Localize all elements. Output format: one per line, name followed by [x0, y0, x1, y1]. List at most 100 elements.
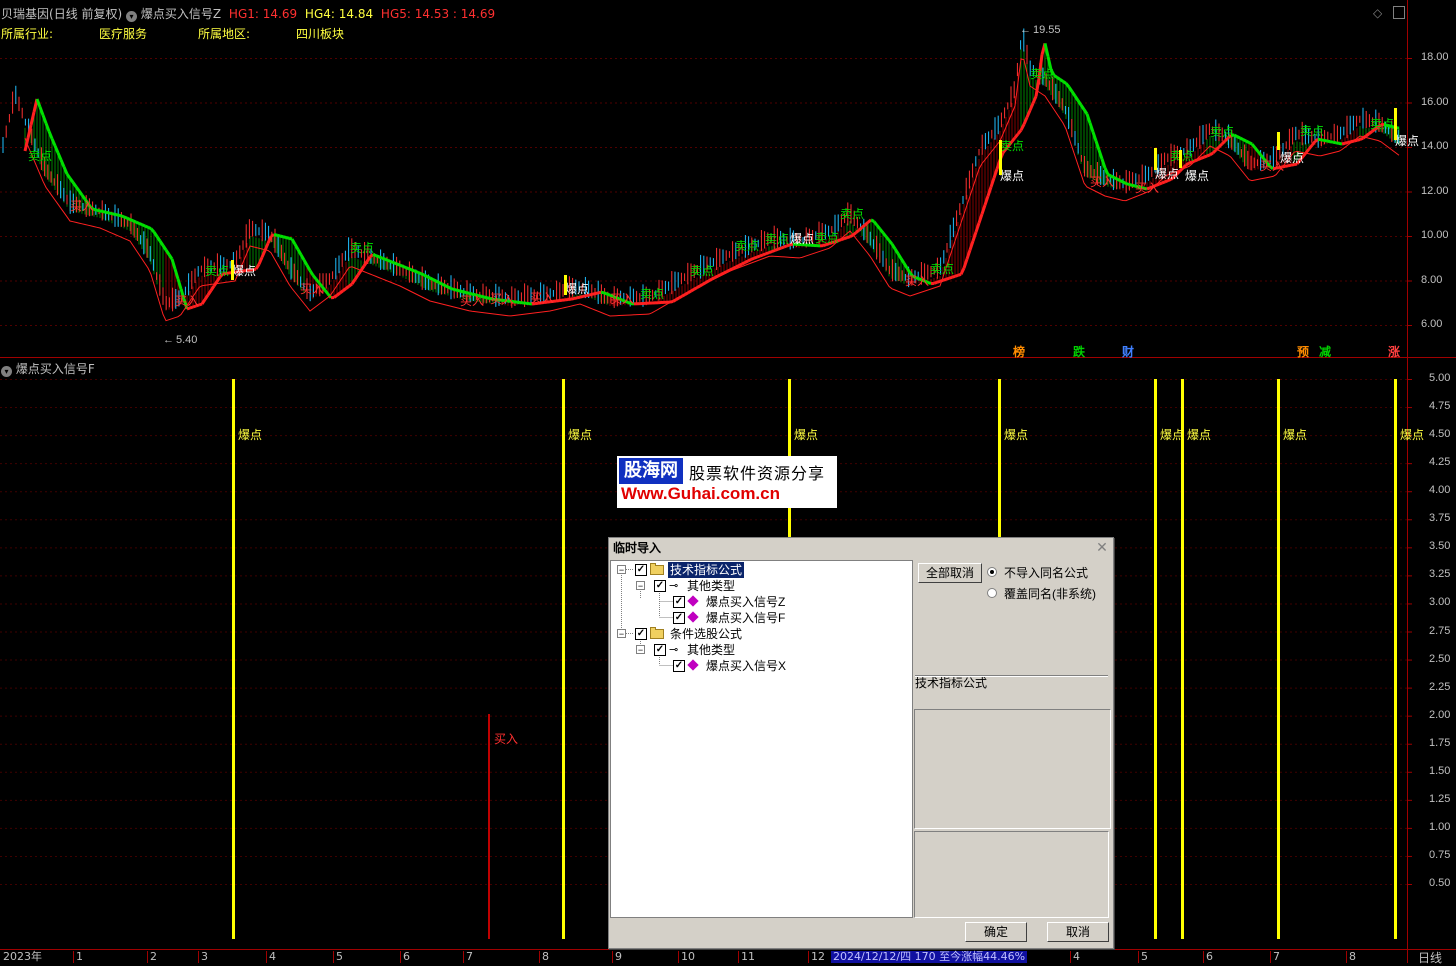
sub-signal-label: 爆点 [1187, 426, 1211, 443]
sub-y-tick: 2.25 [1429, 681, 1450, 693]
price-signal-label: 买入 [460, 294, 484, 308]
tree-item-signal-z[interactable]: 爆点买入信号Z [706, 594, 785, 610]
price-signal-label: 卖点 [735, 239, 759, 253]
sub-indicator-name: 爆点买入信号F [16, 362, 95, 376]
sub-y-tick: 4.25 [1429, 456, 1450, 468]
price-signal-label: 买入 [530, 291, 554, 305]
marker-zhang[interactable]: 涨 [1388, 343, 1400, 360]
tree-item-tech-formula[interactable]: 技术指标公式 [668, 562, 744, 578]
price-signal-label: 买入 [300, 282, 324, 296]
tree-collapse-icon[interactable]: − [636, 581, 645, 590]
radio-overwrite[interactable] [987, 588, 997, 598]
watermark-slogan: 股票软件资源分享 [689, 460, 825, 484]
tree-item-signal-f[interactable]: 爆点买入信号F [706, 610, 785, 626]
date-axis-label: 1 [73, 951, 83, 963]
tree-collapse-icon[interactable]: − [617, 629, 626, 638]
date-axis-label: 5 [333, 951, 343, 963]
tree-item-signal-x[interactable]: 爆点买入信号X [706, 658, 786, 674]
folder-icon [650, 627, 665, 639]
tree-checkbox[interactable]: ✓ [673, 612, 685, 624]
sub-signal-bar [1394, 379, 1397, 939]
price-signal-label: 卖点 [1030, 67, 1054, 81]
marker-yu[interactable]: 预 [1297, 343, 1309, 360]
sub-dropdown-icon[interactable]: ▾ [1, 366, 12, 377]
sub-signal-bar [562, 379, 565, 939]
sub-signal-label: 爆点 [1160, 426, 1184, 443]
price-signal-label: 爆点 [1185, 169, 1209, 183]
formula-tree[interactable]: − ✓ 技术指标公式 − ✓ ⊸ 其他类型 ✓ 爆点买入信号Z ✓ 爆点买入信号… [610, 560, 913, 918]
formula-preview-box[interactable] [914, 709, 1111, 829]
key-icon: ⊸ [669, 643, 678, 656]
sub-signal-bar [232, 379, 235, 939]
price-signal-label: 买入 [1090, 175, 1114, 189]
price-y-tick: 8.00 [1421, 274, 1442, 286]
tree-checkbox[interactable]: ✓ [635, 628, 647, 640]
marker-cai[interactable]: 财 [1122, 343, 1134, 360]
sub-y-tick: 2.00 [1429, 709, 1450, 721]
price-signal-label: 爆点 [1155, 167, 1179, 181]
price-y-tick: 10.00 [1421, 229, 1449, 241]
cancel-button[interactable]: 取消 [1047, 922, 1109, 942]
date-axis-label: 9 [612, 951, 622, 963]
price-signal-bar [564, 275, 567, 295]
date-axis-label: 8 [1346, 951, 1356, 963]
date-axis-label: 12 [808, 951, 825, 963]
ok-button[interactable]: 确定 [965, 922, 1027, 942]
radio-no-import-label[interactable]: 不导入同名公式 [1004, 564, 1088, 581]
marker-bang[interactable]: 榜 [1013, 343, 1025, 360]
sub-y-tick: 0.50 [1429, 877, 1450, 889]
low-price-label: 5.40 [176, 334, 197, 346]
sub-chart-title[interactable]: ▾ 爆点买入信号F [1, 360, 95, 377]
formula-description-box[interactable] [914, 831, 1109, 918]
tree-checkbox[interactable]: ✓ [673, 596, 685, 608]
price-signal-label: 爆点 [790, 232, 814, 246]
sub-y-tick: 3.50 [1429, 540, 1450, 552]
marker-die[interactable]: 跌 [1073, 343, 1085, 360]
price-signal-label: 卖点 [1370, 117, 1394, 131]
price-y-tick: 6.00 [1421, 318, 1442, 330]
sub-y-tick: 1.75 [1429, 737, 1450, 749]
sub-signal-label: 爆点 [1283, 426, 1307, 443]
sub-signal-bar [1277, 379, 1280, 939]
date-axis-label: 2 [147, 951, 157, 963]
radio-no-import[interactable] [987, 567, 997, 577]
tree-checkbox[interactable]: ✓ [654, 644, 666, 656]
sub-signal-bar [1181, 379, 1184, 939]
price-signal-label: 卖点 [350, 241, 374, 255]
tree-item-other-type-2[interactable]: 其他类型 [687, 642, 735, 658]
price-signal-label: 卖点 [640, 287, 664, 301]
sub-buy-label: 买入 [494, 730, 518, 747]
date-axis-label: 7 [1270, 951, 1280, 963]
tree-checkbox[interactable]: ✓ [635, 564, 647, 576]
sub-y-tick: 1.50 [1429, 765, 1450, 777]
radio-overwrite-label[interactable]: 覆盖同名(非系统) [1004, 585, 1096, 602]
close-icon[interactable]: ✕ [1095, 540, 1109, 554]
sub-y-tick: 4.75 [1429, 400, 1450, 412]
tree-checkbox[interactable]: ✓ [673, 660, 685, 672]
price-signal-bar [1154, 148, 1157, 170]
sub-y-tick: 1.00 [1429, 821, 1450, 833]
date-axis-label: 2023年 [1, 951, 42, 963]
price-signal-label: 卖点 [690, 264, 714, 278]
price-signal-label: 爆点 [1395, 134, 1419, 148]
sub-y-tick: 2.50 [1429, 653, 1450, 665]
period-button[interactable]: 日线 [1418, 949, 1442, 966]
sub-signal-bar [1154, 379, 1157, 939]
marker-jian[interactable]: 减 [1319, 343, 1331, 360]
price-signal-label: 卖点 [815, 231, 839, 245]
price-signal-label: 卖点 [930, 262, 954, 276]
tree-item-condition-formula[interactable]: 条件选股公式 [668, 626, 744, 642]
date-axis-label: 3 [198, 951, 208, 963]
price-signal-label: 买入 [1135, 181, 1159, 195]
price-y-tick: 16.00 [1421, 96, 1449, 108]
date-axis-label: 4 [1070, 951, 1080, 963]
price-signal-label: 买入 [175, 294, 199, 308]
price-signal-label: 买入 [610, 292, 634, 306]
tree-checkbox[interactable]: ✓ [654, 580, 666, 592]
high-price-label: 19.55 [1033, 24, 1061, 36]
tree-item-other-type[interactable]: 其他类型 [687, 578, 735, 594]
date-axis-label: 6 [400, 951, 410, 963]
tree-collapse-icon[interactable]: − [617, 565, 626, 574]
cancel-all-button[interactable]: 全部取消 [918, 563, 982, 583]
tree-collapse-icon[interactable]: − [636, 645, 645, 654]
